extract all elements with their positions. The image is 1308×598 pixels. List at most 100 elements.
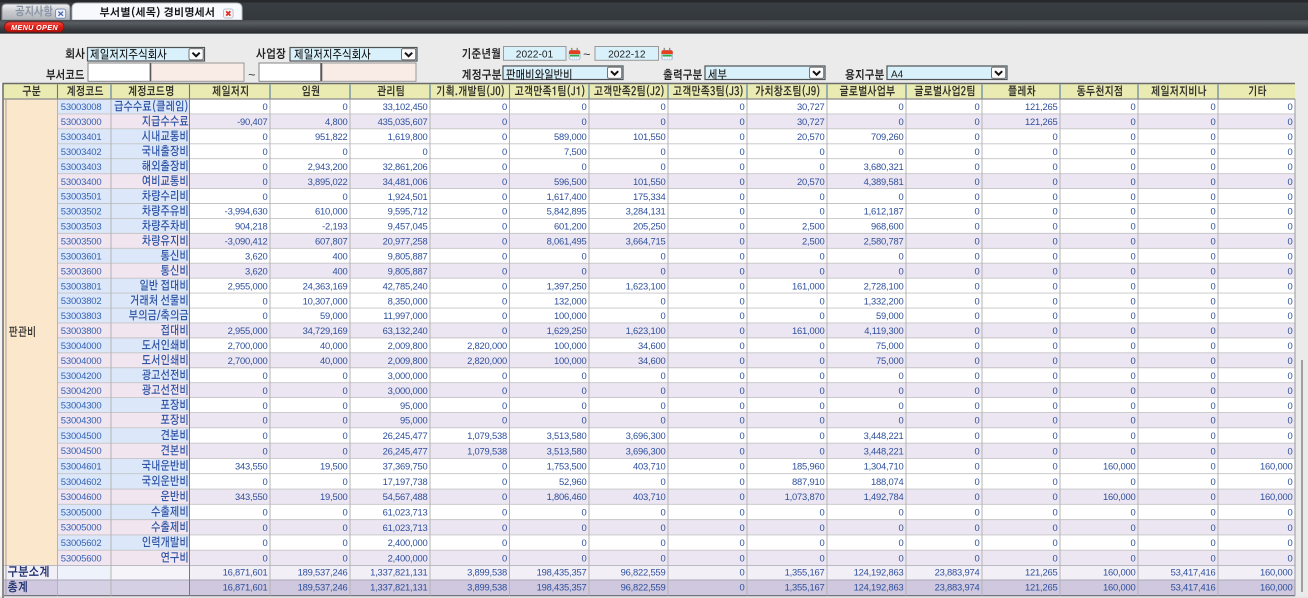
svg-text:0: 0 bbox=[1052, 370, 1057, 381]
svg-text:0: 0 bbox=[1052, 295, 1057, 306]
svg-text:0: 0 bbox=[1052, 430, 1057, 441]
svg-text:0: 0 bbox=[739, 537, 744, 548]
svg-text:0: 0 bbox=[262, 400, 267, 411]
svg-text:3,664,715: 3,664,715 bbox=[626, 236, 666, 247]
svg-text:0: 0 bbox=[342, 507, 347, 518]
svg-text:26,245,477: 26,245,477 bbox=[383, 445, 428, 456]
svg-text:0: 0 bbox=[1287, 221, 1292, 232]
svg-text:0: 0 bbox=[898, 507, 903, 518]
svg-text:0: 0 bbox=[581, 552, 586, 563]
svg-text:0: 0 bbox=[898, 522, 903, 533]
svg-text:0: 0 bbox=[502, 191, 507, 202]
svg-text:3,696,300: 3,696,300 bbox=[626, 430, 666, 441]
svg-text:0: 0 bbox=[1130, 221, 1135, 232]
svg-text:0: 0 bbox=[974, 445, 979, 456]
svg-text:95,000: 95,000 bbox=[400, 415, 427, 426]
svg-text:3,513,580: 3,513,580 bbox=[547, 445, 587, 456]
svg-text:0: 0 bbox=[1130, 206, 1135, 217]
svg-text:1,924,501: 1,924,501 bbox=[388, 191, 428, 202]
svg-text:0: 0 bbox=[1130, 236, 1135, 247]
svg-text:0: 0 bbox=[1052, 491, 1057, 502]
svg-text:2,009,800: 2,009,800 bbox=[388, 355, 428, 366]
svg-text:0: 0 bbox=[898, 415, 903, 426]
svg-text:1,623,100: 1,623,100 bbox=[626, 325, 666, 336]
svg-text:0: 0 bbox=[660, 522, 665, 533]
svg-text:0: 0 bbox=[1287, 131, 1292, 142]
svg-text:0: 0 bbox=[974, 325, 979, 336]
svg-text:53003500: 53003500 bbox=[61, 236, 102, 247]
svg-text:1,612,187: 1,612,187 bbox=[864, 206, 904, 217]
svg-text:53003503: 53003503 bbox=[61, 222, 102, 233]
svg-text:0: 0 bbox=[739, 370, 744, 381]
svg-text:0: 0 bbox=[262, 146, 267, 157]
svg-text:0: 0 bbox=[262, 537, 267, 548]
svg-text:904,218: 904,218 bbox=[235, 221, 268, 232]
svg-text:4,119,300: 4,119,300 bbox=[864, 325, 903, 336]
svg-text:0: 0 bbox=[660, 295, 665, 306]
svg-text:53,417,416: 53,417,416 bbox=[1171, 582, 1216, 593]
svg-text:0: 0 bbox=[1287, 400, 1292, 411]
svg-text:0: 0 bbox=[898, 251, 903, 262]
svg-text:32,861,206: 32,861,206 bbox=[383, 161, 428, 172]
svg-text:0: 0 bbox=[502, 251, 507, 262]
svg-text:198,435,357: 198,435,357 bbox=[537, 582, 587, 593]
svg-text:0: 0 bbox=[1130, 552, 1135, 563]
svg-text:0: 0 bbox=[1052, 131, 1057, 142]
svg-text:2,400,000: 2,400,000 bbox=[388, 537, 428, 548]
svg-text:0: 0 bbox=[502, 295, 507, 306]
svg-text:0: 0 bbox=[819, 340, 824, 351]
svg-text:0: 0 bbox=[1210, 552, 1215, 563]
svg-text:0: 0 bbox=[342, 191, 347, 202]
svg-text:0: 0 bbox=[898, 400, 903, 411]
svg-text:0: 0 bbox=[1130, 101, 1135, 112]
svg-text:0: 0 bbox=[1210, 101, 1215, 112]
svg-text:0: 0 bbox=[1052, 265, 1057, 276]
svg-text:0: 0 bbox=[1287, 355, 1292, 366]
svg-text:0: 0 bbox=[898, 537, 903, 548]
svg-text:53004000: 53004000 bbox=[61, 341, 102, 352]
svg-text:0: 0 bbox=[262, 191, 267, 202]
svg-text:53004500: 53004500 bbox=[61, 431, 102, 442]
svg-text:0: 0 bbox=[1052, 476, 1057, 487]
svg-text:0: 0 bbox=[342, 101, 347, 112]
svg-text:0: 0 bbox=[974, 385, 979, 396]
svg-text:198,435,357: 198,435,357 bbox=[537, 567, 587, 578]
svg-text:0: 0 bbox=[974, 131, 979, 142]
svg-text:0: 0 bbox=[739, 567, 744, 578]
svg-text:0: 0 bbox=[1130, 355, 1135, 366]
svg-text:0: 0 bbox=[1052, 191, 1057, 202]
svg-text:0: 0 bbox=[898, 265, 903, 276]
svg-text:0: 0 bbox=[974, 400, 979, 411]
svg-text:2,820,000: 2,820,000 bbox=[467, 340, 507, 351]
svg-text:0: 0 bbox=[262, 101, 267, 112]
svg-text:61,023,713: 61,023,713 bbox=[383, 522, 428, 533]
svg-text:0: 0 bbox=[974, 491, 979, 502]
svg-text:4,389,581: 4,389,581 bbox=[864, 176, 904, 187]
svg-text:0: 0 bbox=[660, 415, 665, 426]
svg-text:0: 0 bbox=[1052, 251, 1057, 262]
svg-text:100,000: 100,000 bbox=[554, 340, 587, 351]
svg-text:0: 0 bbox=[974, 251, 979, 262]
svg-text:0: 0 bbox=[1052, 280, 1057, 291]
svg-text:1,629,250: 1,629,250 bbox=[547, 325, 587, 336]
svg-text:0: 0 bbox=[974, 415, 979, 426]
svg-text:1,337,821,131: 1,337,821,131 bbox=[370, 567, 427, 578]
svg-text:7,500: 7,500 bbox=[564, 146, 586, 157]
svg-text:2022-01: 2022-01 bbox=[516, 49, 554, 60]
svg-text:20,977,258: 20,977,258 bbox=[383, 236, 428, 247]
svg-text:53005000: 53005000 bbox=[61, 507, 102, 518]
svg-text:0: 0 bbox=[660, 370, 665, 381]
svg-text:0: 0 bbox=[1130, 131, 1135, 142]
svg-text:8,061,495: 8,061,495 bbox=[547, 236, 587, 247]
svg-text:0: 0 bbox=[1287, 146, 1292, 157]
svg-text:0: 0 bbox=[1052, 507, 1057, 518]
svg-text:435,035,607: 435,035,607 bbox=[378, 116, 428, 127]
svg-text:0: 0 bbox=[819, 355, 824, 366]
svg-text:0: 0 bbox=[1210, 325, 1215, 336]
svg-text:160,000: 160,000 bbox=[1103, 582, 1136, 593]
svg-text:0: 0 bbox=[1130, 340, 1135, 351]
svg-text:0: 0 bbox=[974, 476, 979, 487]
svg-text:0: 0 bbox=[819, 430, 824, 441]
svg-text:160,000: 160,000 bbox=[1260, 491, 1293, 502]
svg-text:610,000: 610,000 bbox=[315, 206, 348, 217]
